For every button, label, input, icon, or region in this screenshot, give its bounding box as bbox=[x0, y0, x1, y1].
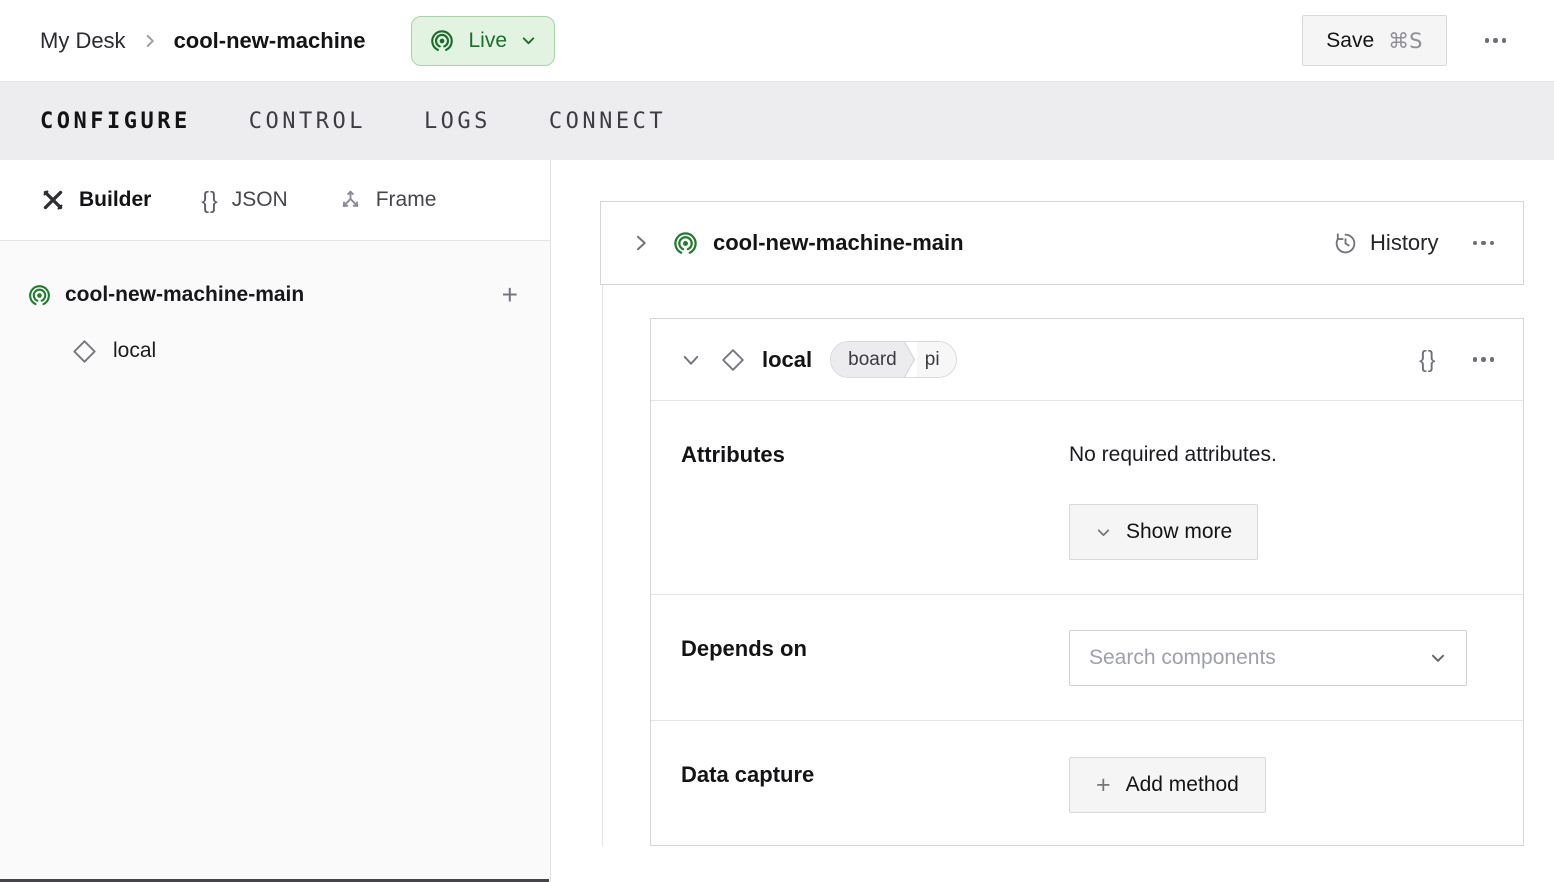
top-bar: My Desk cool-new-machine Live Save ⌘S bbox=[0, 0, 1554, 82]
tab-logs[interactable]: LOGS bbox=[424, 105, 491, 138]
expand-part-button[interactable] bbox=[631, 233, 651, 253]
history-icon bbox=[1333, 231, 1358, 256]
chevron-right-icon bbox=[141, 32, 159, 50]
component-card-title: local bbox=[762, 347, 812, 373]
attributes-section: Attributes No required attributes. Show … bbox=[651, 401, 1523, 594]
depends-on-section: Depends on Search components bbox=[651, 594, 1523, 720]
crossed-tools-icon bbox=[40, 187, 66, 213]
broadcast-icon bbox=[27, 283, 52, 308]
save-button[interactable]: Save ⌘S bbox=[1302, 15, 1446, 66]
save-button-label: Save bbox=[1326, 29, 1374, 53]
show-more-label: Show more bbox=[1126, 520, 1232, 544]
tab-connect[interactable]: CONNECT bbox=[549, 105, 666, 138]
view-tab-label: Builder bbox=[79, 188, 151, 212]
view-tab-json[interactable]: {} JSON bbox=[201, 187, 287, 214]
depends-on-placeholder: Search components bbox=[1089, 646, 1276, 670]
machine-name: cool-new-machine bbox=[174, 28, 366, 54]
dot-icon bbox=[1481, 357, 1486, 362]
data-capture-label: Data capture bbox=[681, 721, 1069, 846]
breadcrumb-root-link[interactable]: My Desk bbox=[40, 28, 126, 54]
topbar-overflow-menu-button[interactable] bbox=[1483, 38, 1509, 43]
view-tab-label: Frame bbox=[376, 188, 437, 212]
depends-on-label: Depends on bbox=[681, 595, 1069, 720]
dot-icon bbox=[1473, 357, 1478, 362]
depends-on-select[interactable]: Search components bbox=[1069, 630, 1467, 686]
tab-control[interactable]: CONTROL bbox=[249, 105, 366, 138]
broadcast-icon bbox=[429, 28, 455, 54]
attributes-label: Attributes bbox=[681, 401, 1069, 594]
frame-axes-icon bbox=[338, 188, 363, 213]
dot-icon bbox=[1481, 241, 1486, 246]
component-type-chip: board pi bbox=[830, 341, 956, 378]
config-sidebar: Builder {} JSON Frame cool-new-machine-m… bbox=[0, 160, 551, 882]
chevron-down-icon bbox=[1429, 649, 1447, 667]
live-status-dropdown[interactable]: Live bbox=[411, 16, 555, 66]
config-view-tabs: Builder {} JSON Frame bbox=[0, 160, 550, 241]
collapse-component-button[interactable] bbox=[681, 350, 701, 370]
chevron-right-icon bbox=[631, 233, 651, 253]
component-model: pi bbox=[917, 342, 956, 377]
part-card: cool-new-machine-main History bbox=[600, 201, 1524, 285]
plus-icon: + bbox=[1096, 773, 1111, 798]
dot-icon bbox=[1493, 38, 1498, 43]
tree-indent-line bbox=[602, 285, 603, 846]
chevron-down-icon bbox=[681, 350, 701, 370]
part-name: cool-new-machine-main bbox=[65, 283, 304, 307]
history-label: History bbox=[1370, 230, 1438, 256]
component-menu-button[interactable] bbox=[1471, 357, 1497, 362]
chevron-down-icon bbox=[520, 32, 537, 49]
dot-icon bbox=[1473, 241, 1478, 246]
machine-nav-tabbar: CONFIGURE CONTROL LOGS CONNECT bbox=[0, 82, 1554, 160]
add-method-button[interactable]: + Add method bbox=[1069, 757, 1266, 813]
component-type: board bbox=[831, 342, 903, 377]
component-name: local bbox=[113, 339, 156, 363]
broadcast-icon bbox=[672, 230, 699, 257]
data-capture-section: Data capture + Add method bbox=[651, 720, 1523, 846]
chevron-down-icon bbox=[1095, 524, 1112, 541]
view-tab-builder[interactable]: Builder bbox=[40, 187, 151, 213]
show-more-button[interactable]: Show more bbox=[1069, 504, 1258, 560]
view-tab-frame[interactable]: Frame bbox=[338, 188, 437, 213]
tab-configure[interactable]: CONFIGURE bbox=[40, 105, 191, 138]
view-tab-label: JSON bbox=[232, 188, 288, 212]
diamond-icon bbox=[71, 338, 98, 365]
chip-chevron-divider bbox=[903, 342, 917, 377]
dot-icon bbox=[1490, 357, 1495, 362]
part-card-menu-button[interactable] bbox=[1471, 241, 1497, 246]
add-resource-button[interactable]: + bbox=[502, 281, 518, 309]
tree-component-row[interactable]: local bbox=[0, 323, 550, 379]
component-card: local board pi {} Attributes No required… bbox=[650, 318, 1524, 846]
attributes-empty-text: No required attributes. bbox=[1069, 401, 1523, 467]
live-status-label: Live bbox=[468, 29, 507, 53]
breadcrumb: My Desk cool-new-machine bbox=[40, 28, 365, 54]
component-card-header: local board pi {} bbox=[651, 319, 1523, 401]
resource-tree: cool-new-machine-main + local bbox=[0, 241, 550, 379]
dot-icon bbox=[1490, 241, 1495, 246]
diamond-icon bbox=[720, 347, 746, 373]
history-button[interactable]: History bbox=[1333, 230, 1438, 256]
dot-icon bbox=[1485, 38, 1490, 43]
dot-icon bbox=[1502, 38, 1507, 43]
add-method-label: Add method bbox=[1126, 773, 1239, 797]
json-toggle-button[interactable]: {} bbox=[1419, 346, 1436, 373]
braces-icon: {} bbox=[201, 187, 218, 214]
tree-part-row[interactable]: cool-new-machine-main + bbox=[0, 267, 550, 323]
part-card-title: cool-new-machine-main bbox=[713, 230, 964, 256]
save-shortcut-hint: ⌘S bbox=[1388, 29, 1422, 53]
